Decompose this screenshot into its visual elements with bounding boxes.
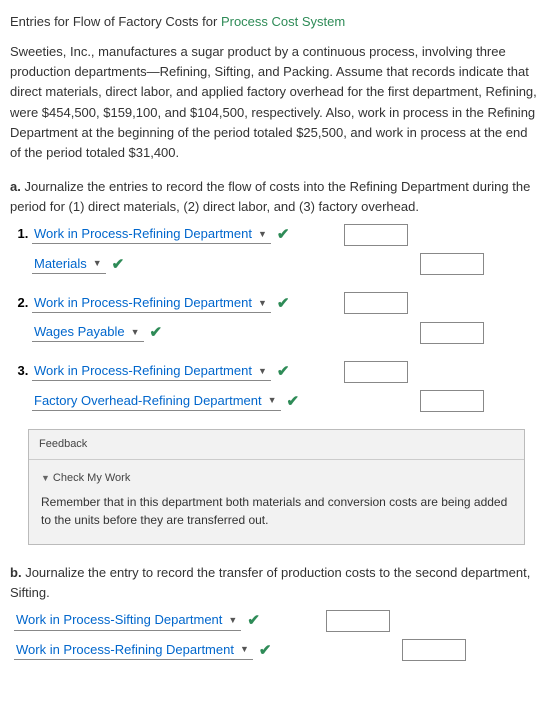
- dropdown-label: Factory Overhead-Refining Department: [32, 392, 264, 410]
- title-link[interactable]: Process Cost System: [221, 14, 345, 29]
- chevron-down-icon: ▼: [236, 643, 251, 656]
- dropdown-label: Work in Process-Refining Department: [32, 362, 254, 380]
- dropdown-label: Wages Payable: [32, 323, 127, 341]
- chevron-down-icon: ▼: [254, 228, 269, 241]
- chevron-down-icon: ▼: [89, 257, 104, 270]
- entry-1-credit-account-dropdown[interactable]: Materials ▼: [32, 255, 106, 274]
- entry-2-debit-row: Work in Process-Refining Department ▼ ✔: [32, 292, 541, 315]
- entry-1-credit-row: Materials ▼ ✔: [32, 253, 541, 276]
- checkmark-icon: ✔: [259, 639, 272, 662]
- entry-3-debit-amount-input[interactable]: [344, 361, 408, 383]
- title-prefix: Entries for Flow of Factory Costs for: [10, 14, 221, 29]
- part-b-debit-account-dropdown[interactable]: Work in Process-Sifting Department ▼: [14, 611, 241, 630]
- dropdown-label: Work in Process-Refining Department: [14, 641, 236, 659]
- chevron-down-icon: ▼: [41, 473, 50, 483]
- part-b-debit-row: Work in Process-Sifting Department ▼ ✔: [14, 609, 541, 632]
- page-title: Entries for Flow of Factory Costs for Pr…: [10, 12, 541, 32]
- entry-1-credit-amount-input[interactable]: [420, 253, 484, 275]
- part-a-letter: a.: [10, 179, 21, 194]
- checkmark-icon: ✔: [150, 321, 163, 344]
- feedback-panel: Feedback ▼Check My Work Remember that in…: [28, 429, 525, 545]
- part-a-entries-list: Work in Process-Refining Department ▼ ✔ …: [10, 223, 541, 413]
- part-b-credit-amount-input[interactable]: [402, 639, 466, 661]
- dropdown-label: Work in Process-Sifting Department: [14, 611, 224, 629]
- feedback-header: Feedback: [29, 430, 524, 460]
- entry-3-credit-account-dropdown[interactable]: Factory Overhead-Refining Department ▼: [32, 392, 281, 411]
- chevron-down-icon: ▼: [264, 394, 279, 407]
- check-my-work-toggle[interactable]: ▼Check My Work: [41, 470, 512, 487]
- part-b-text: Journalize the entry to record the trans…: [10, 565, 530, 600]
- entry-1: Work in Process-Refining Department ▼ ✔ …: [32, 223, 541, 276]
- chevron-down-icon: ▼: [254, 365, 269, 378]
- part-b-credit-row: Work in Process-Refining Department ▼ ✔: [14, 639, 541, 662]
- entry-1-debit-row: Work in Process-Refining Department ▼ ✔: [32, 223, 541, 246]
- intro-paragraph: Sweeties, Inc., manufactures a sugar pro…: [10, 42, 541, 163]
- dropdown-label: Work in Process-Refining Department: [32, 225, 254, 243]
- part-b-prompt: b. Journalize the entry to record the tr…: [10, 563, 541, 603]
- feedback-body: ▼Check My Work Remember that in this dep…: [29, 460, 524, 544]
- entry-3-debit-account-dropdown[interactable]: Work in Process-Refining Department ▼: [32, 362, 271, 381]
- entry-2-credit-amount-input[interactable]: [420, 322, 484, 344]
- entry-1-debit-amount-input[interactable]: [344, 224, 408, 246]
- part-b-debit-amount-input[interactable]: [326, 610, 390, 632]
- checkmark-icon: ✔: [277, 292, 290, 315]
- dropdown-label: Materials: [32, 255, 89, 273]
- checkmark-icon: ✔: [112, 253, 125, 276]
- entry-1-debit-account-dropdown[interactable]: Work in Process-Refining Department ▼: [32, 225, 271, 244]
- entry-2: Work in Process-Refining Department ▼ ✔ …: [32, 292, 541, 345]
- entry-3-credit-amount-input[interactable]: [420, 390, 484, 412]
- part-b-entries: Work in Process-Sifting Department ▼ ✔ W…: [14, 609, 541, 662]
- entry-3-debit-row: Work in Process-Refining Department ▼ ✔: [32, 360, 541, 383]
- checkmark-icon: ✔: [277, 223, 290, 246]
- part-b-letter: b.: [10, 565, 22, 580]
- entry-3: Work in Process-Refining Department ▼ ✔ …: [32, 360, 541, 413]
- dropdown-label: Work in Process-Refining Department: [32, 294, 254, 312]
- part-a-text: Journalize the entries to record the flo…: [10, 179, 530, 214]
- entry-2-debit-amount-input[interactable]: [344, 292, 408, 314]
- feedback-hint-text: Remember that in this department both ma…: [41, 493, 512, 530]
- chevron-down-icon: ▼: [127, 326, 142, 339]
- entry-2-debit-account-dropdown[interactable]: Work in Process-Refining Department ▼: [32, 294, 271, 313]
- checkmark-icon: ✔: [277, 360, 290, 383]
- entry-3-credit-row: Factory Overhead-Refining Department ▼ ✔: [32, 390, 541, 413]
- check-my-work-label: Check My Work: [53, 472, 130, 484]
- entry-2-credit-row: Wages Payable ▼ ✔: [32, 321, 541, 344]
- checkmark-icon: ✔: [247, 609, 260, 632]
- part-a-prompt: a. Journalize the entries to record the …: [10, 177, 541, 217]
- chevron-down-icon: ▼: [254, 297, 269, 310]
- entry-2-credit-account-dropdown[interactable]: Wages Payable ▼: [32, 323, 144, 342]
- chevron-down-icon: ▼: [224, 614, 239, 627]
- part-b-credit-account-dropdown[interactable]: Work in Process-Refining Department ▼: [14, 641, 253, 660]
- checkmark-icon: ✔: [287, 390, 300, 413]
